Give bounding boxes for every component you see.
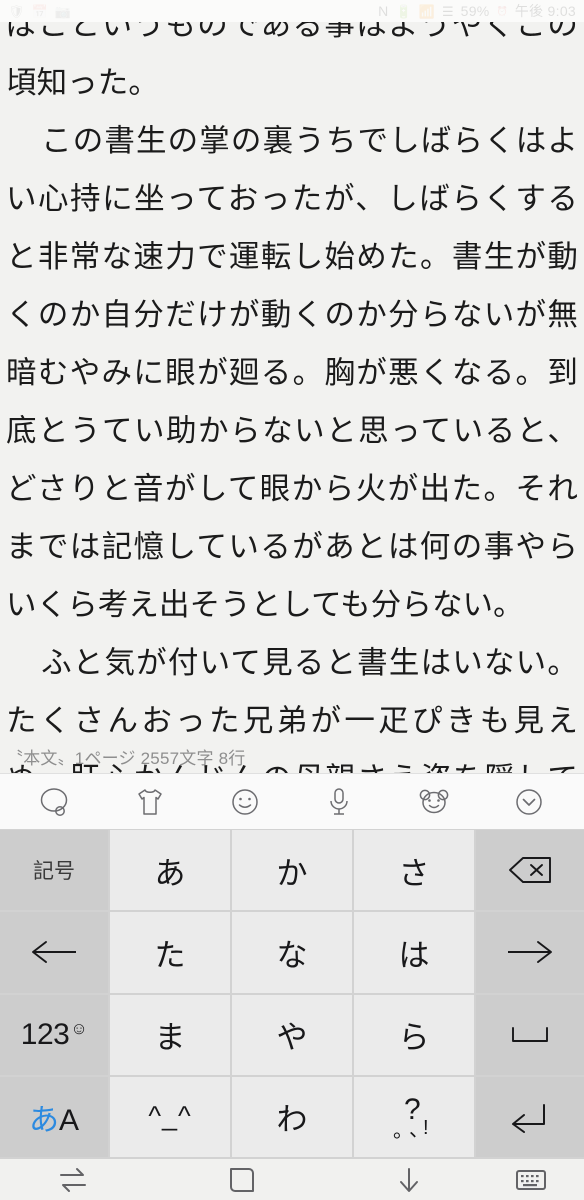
tshirt-icon[interactable] <box>124 779 176 825</box>
japanese-keyboard: 記号 あ か さ た な は 123 ☺ ま や ら あA ^_^ わ ? 。 … <box>0 829 584 1159</box>
system-nav-bar <box>0 1159 584 1200</box>
nfc-indicator: N <box>378 3 389 19</box>
key-na-row-label: な <box>276 937 308 973</box>
key-numeric-symbol-label: 123 ☺ <box>20 1017 88 1052</box>
punct-excl: ! <box>423 1116 429 1139</box>
arrow-right-icon <box>504 938 556 966</box>
document-view[interactable]: 吾輩はここで始めて人間というものを見た。しかもあとで聞くとそれは書生という人間中… <box>0 22 584 773</box>
key-ma-row-label: ま <box>154 1020 186 1056</box>
key-ha-row[interactable]: は <box>354 912 474 993</box>
key-ka-row[interactable]: か <box>232 830 352 911</box>
status-bar-system: N 🔋 📶 ☰ 59% ⏰ 午後 9:03 <box>378 4 576 18</box>
bear-face-icon[interactable] <box>408 779 460 825</box>
calendar-notification-icon: 📅 <box>31 3 48 19</box>
document-paragraph-1: この書生の掌の裏うちでしばらくはよい心持に坐っておったが、しばらくすると非常な速… <box>6 124 578 622</box>
ime-toolbar <box>0 773 584 829</box>
smiley-small-icon: ☺ <box>70 1018 88 1038</box>
key-space[interactable] <box>476 994 584 1075</box>
status-bar-notifications: 🛡 📅 📷 <box>8 5 71 18</box>
speech-bubble-icon[interactable] <box>29 779 81 825</box>
key-cursor-left[interactable] <box>0 912 108 993</box>
backspace-icon <box>506 854 554 886</box>
keyboard-row: 123 ☺ ま や ら <box>0 994 584 1075</box>
key-kaomoji-label: ^_^ <box>148 1101 192 1132</box>
key-wa-row-label: わ <box>276 1102 308 1138</box>
key-na-row[interactable]: な <box>232 912 352 993</box>
key-ra-row-label: ら <box>398 1020 430 1056</box>
key-ya-row-label: や <box>276 1020 308 1056</box>
key-input-mode[interactable]: あA <box>0 1076 108 1157</box>
status-bar-time: 午後 9:03 <box>514 3 576 19</box>
battery-percent: 59% <box>460 3 490 19</box>
document-body[interactable]: 吾輩はここで始めて人間というものを見た。しかもあとで聞くとそれは書生という人間中… <box>0 22 584 773</box>
alarm-icon: ⏰ <box>496 5 508 16</box>
key-ha-row-label: は <box>398 937 430 973</box>
home-icon[interactable] <box>146 1159 339 1200</box>
keyboard-switch-icon[interactable] <box>479 1159 584 1200</box>
key-numeric-symbol[interactable]: 123 ☺ <box>0 994 108 1075</box>
battery-icon: 🔋 <box>395 3 412 19</box>
keyboard-row: あA ^_^ わ ? 。 、 ! <box>0 1076 584 1157</box>
enter-icon <box>506 1101 554 1133</box>
cellular-signal-icon: ☰ <box>441 3 454 19</box>
smiley-icon[interactable] <box>219 779 271 825</box>
key-ra-row[interactable]: ら <box>354 994 474 1075</box>
key-backspace[interactable] <box>476 830 584 911</box>
key-ta-row-label: た <box>154 937 186 973</box>
key-enter[interactable] <box>476 1076 584 1157</box>
key-punctuation-label: ? 。 、 ! <box>391 1094 437 1141</box>
key-cursor-right[interactable] <box>476 912 584 993</box>
key-a-row-label: あ <box>154 855 186 891</box>
key-input-mode-label: あA <box>29 1095 79 1139</box>
key-wa-row[interactable]: わ <box>232 1076 352 1157</box>
space-icon <box>505 1022 555 1048</box>
key-a-row[interactable]: あ <box>110 830 230 911</box>
key-symbols[interactable]: 記号 <box>0 830 108 911</box>
key-sa-row-label: さ <box>398 855 430 891</box>
mode-latin-label: A <box>58 1103 79 1137</box>
key-symbols-label: 記号 <box>33 860 75 884</box>
key-sa-row[interactable]: さ <box>354 830 474 911</box>
key-punctuation[interactable]: ? 。 、 ! <box>354 1076 474 1157</box>
keyboard-row: 記号 あ か さ <box>0 830 584 911</box>
phone-screen: 🛡 📅 📷 N 🔋 📶 ☰ 59% ⏰ 午後 9:03 吾輩はここで始めて人間と… <box>0 0 584 1200</box>
photo-notification-icon: 📷 <box>54 3 71 19</box>
key-ya-row[interactable]: や <box>232 994 352 1075</box>
numeric-label: 123 <box>20 1017 70 1051</box>
key-ka-row-label: か <box>276 855 308 891</box>
wifi-icon: 📶 <box>418 3 435 19</box>
document-status-line: 〝本文〟1ページ 2557文字 8行 <box>6 749 246 768</box>
microphone-icon[interactable] <box>313 779 365 825</box>
arrow-left-icon <box>28 938 80 966</box>
key-kaomoji[interactable]: ^_^ <box>110 1076 230 1157</box>
recents-icon[interactable] <box>0 1159 146 1200</box>
mode-kana-label: あ <box>28 1103 59 1137</box>
hide-keyboard-icon[interactable] <box>339 1159 479 1200</box>
key-ta-row[interactable]: た <box>110 912 230 993</box>
chevron-down-circle-icon[interactable] <box>503 779 555 825</box>
keyboard-row: た な は <box>0 912 584 993</box>
key-ma-row[interactable]: ま <box>110 994 230 1075</box>
document-paragraph-0: ばこというものである事はようやくこの頃知った。 <box>6 22 578 100</box>
shield-notification-icon: 🛡 <box>8 3 25 19</box>
status-bar: 🛡 📅 📷 N 🔋 📶 ☰ 59% ⏰ 午後 9:03 <box>0 0 584 22</box>
